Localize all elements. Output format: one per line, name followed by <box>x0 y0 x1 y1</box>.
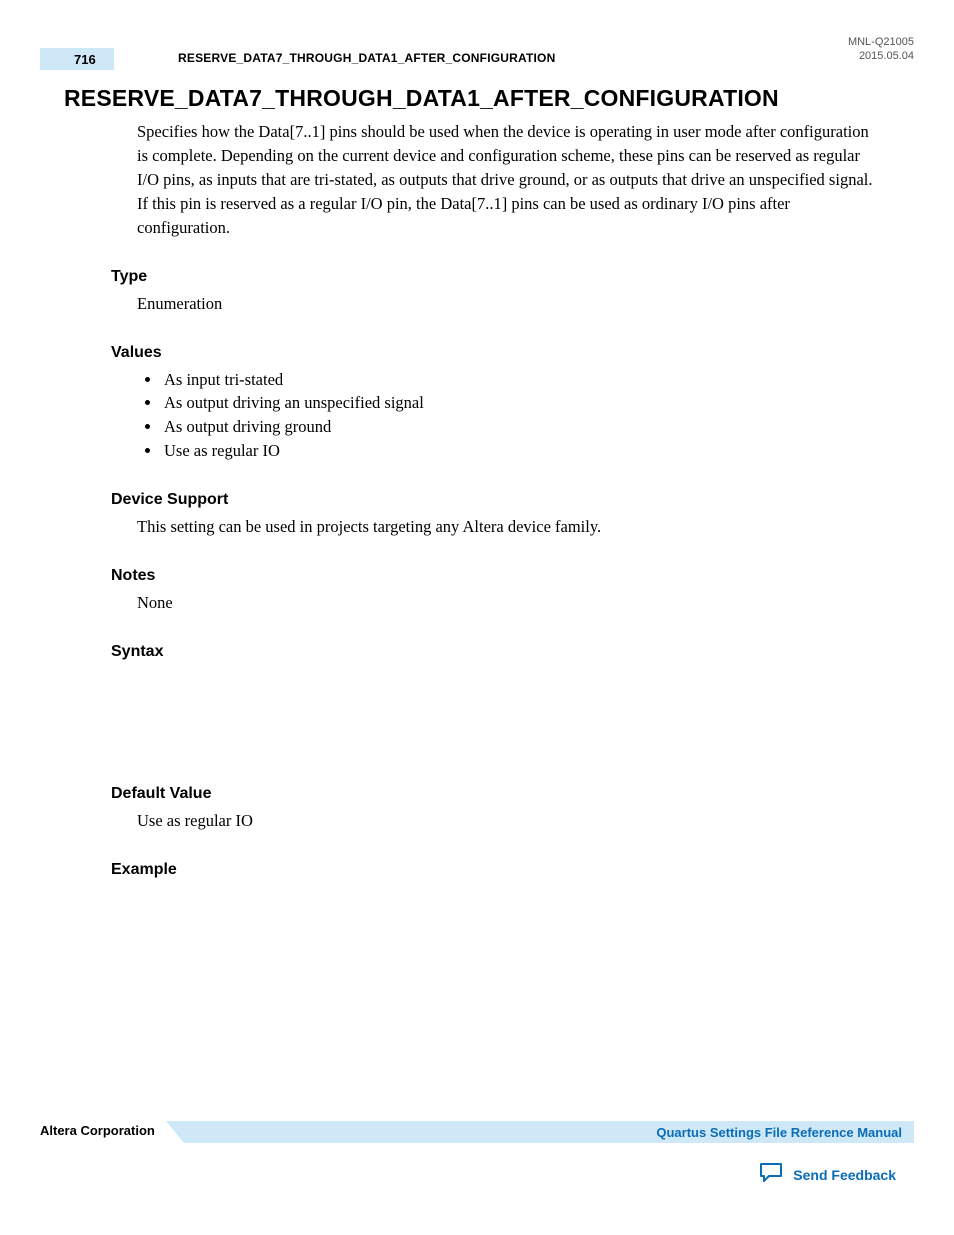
running-header-title: RESERVE_DATA7_THROUGH_DATA1_AFTER_CONFIG… <box>178 51 555 65</box>
list-item: As output driving ground <box>162 415 880 439</box>
doc-id: MNL-Q21005 <box>848 35 914 49</box>
send-feedback-link[interactable]: Send Feedback <box>759 1162 896 1187</box>
notes-heading: Notes <box>111 567 880 585</box>
type-body: Enumeration <box>137 292 880 316</box>
page-title: RESERVE_DATA7_THROUGH_DATA1_AFTER_CONFIG… <box>64 85 880 112</box>
feedback-label: Send Feedback <box>793 1167 896 1183</box>
feedback-icon <box>759 1162 783 1187</box>
footer-manual-link[interactable]: Quartus Settings File Reference Manual <box>184 1121 914 1143</box>
device-support-body: This setting can be used in projects tar… <box>137 515 880 539</box>
page-number: 716 <box>74 52 96 67</box>
description-paragraph: Specifies how the Data[7..1] pins should… <box>137 120 880 240</box>
syntax-heading: Syntax <box>111 643 880 661</box>
header-meta: MNL-Q21005 2015.05.04 <box>848 35 914 64</box>
page-number-badge: 716 <box>40 48 114 70</box>
default-value-heading: Default Value <box>111 785 880 803</box>
device-support-heading: Device Support <box>111 491 880 509</box>
type-heading: Type <box>111 268 880 286</box>
list-item: As input tri-stated <box>162 368 880 392</box>
default-value-body: Use as regular IO <box>137 809 880 833</box>
footer-manual-text: Quartus Settings File Reference Manual <box>656 1125 902 1140</box>
list-item: Use as regular IO <box>162 439 880 463</box>
footer-company: Altera Corporation <box>40 1123 155 1138</box>
notes-body: None <box>137 591 880 615</box>
values-heading: Values <box>111 344 880 362</box>
list-item: As output driving an unspecified signal <box>162 391 880 415</box>
values-list: As input tri-stated As output driving an… <box>162 368 880 464</box>
doc-date: 2015.05.04 <box>848 49 914 63</box>
example-heading: Example <box>111 861 880 879</box>
